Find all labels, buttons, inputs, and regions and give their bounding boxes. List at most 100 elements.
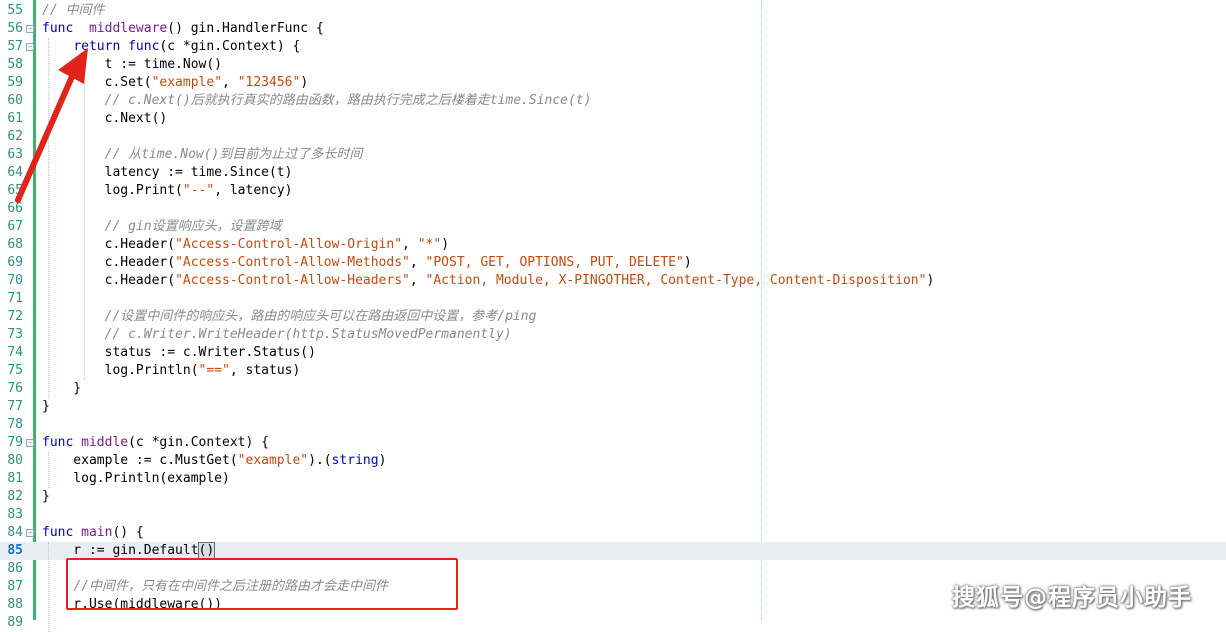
- token-kw: func: [42, 525, 74, 540]
- code-line[interactable]: 84− func main() {: [0, 524, 1226, 542]
- code-text: func middle(c *gin.Context) {: [42, 434, 269, 452]
- fold-toggle-icon[interactable]: −: [26, 529, 34, 537]
- line-number: 68: [7, 237, 23, 252]
- code-line[interactable]: 83: [0, 506, 1226, 524]
- code-line[interactable]: 66: [0, 200, 1226, 218]
- code-text: t := time.Now(): [42, 56, 222, 74]
- token-plain: (c *gin.Context) {: [128, 435, 269, 450]
- code-line[interactable]: 79− func middle(c *gin.Context) {: [0, 434, 1226, 452]
- code-line[interactable]: 74 status := c.Writer.Status(): [0, 344, 1226, 362]
- code-line[interactable]: 77}: [0, 398, 1226, 416]
- token-plain: ): [926, 273, 935, 288]
- token-kw: func: [42, 21, 74, 36]
- code-text: log.Println(example): [42, 470, 230, 488]
- indent-guide: [84, 56, 85, 380]
- token-str: "Access-Control-Allow-Headers": [175, 273, 410, 288]
- code-line[interactable]: 82}: [0, 488, 1226, 506]
- token-plain: c.Header(: [42, 273, 176, 288]
- fold-toggle-icon[interactable]: −: [26, 43, 34, 51]
- code-text: // gin设置响应头，设置跨域: [42, 218, 282, 236]
- line-number: 80: [7, 453, 23, 468]
- line-number: 77: [7, 399, 23, 414]
- code-line[interactable]: 58 t := time.Now(): [0, 56, 1226, 74]
- token-str: "POST, GET, OPTIONS, PUT, DELETE": [425, 255, 684, 270]
- line-number: 87: [7, 579, 23, 594]
- code-line[interactable]: 61 c.Next(): [0, 110, 1226, 128]
- fold-toggle-icon[interactable]: −: [26, 25, 34, 33]
- token-str: "example": [237, 453, 309, 468]
- code-line[interactable]: 68 c.Header("Access-Control-Allow-Origin…: [0, 236, 1226, 254]
- code-text: c.Header("Access-Control-Allow-Origin", …: [42, 236, 449, 254]
- code-line[interactable]: 76 }: [0, 380, 1226, 398]
- line-number: 58: [7, 57, 23, 72]
- line-number: 70: [7, 273, 23, 288]
- code-text: c.Header("Access-Control-Allow-Methods",…: [42, 254, 692, 272]
- token-plain: ).: [308, 453, 324, 468]
- line-number: 55: [7, 3, 23, 18]
- code-line[interactable]: 64 latency := time.Since(t): [0, 164, 1226, 182]
- token-plain: log.Println(: [42, 363, 199, 378]
- token-plain: }: [42, 489, 50, 504]
- token-str: "Access-Control-Allow-Origin": [175, 237, 403, 252]
- indent-guide: [48, 38, 49, 398]
- watermark-text: 搜狐号@程序员小助手: [952, 585, 1192, 611]
- token-plain: ,: [409, 273, 426, 288]
- token-plain: ,: [402, 237, 418, 252]
- code-text: }: [42, 488, 50, 506]
- code-text: return func(c *gin.Context) {: [42, 38, 300, 56]
- indent-guide: [48, 542, 49, 632]
- token-plain: c.Header(: [42, 255, 176, 270]
- code-line[interactable]: 78: [0, 416, 1226, 434]
- code-line[interactable]: 65 log.Print("--", latency): [0, 182, 1226, 200]
- line-number: 65: [7, 183, 23, 198]
- code-line[interactable]: 75 log.Println("==", status): [0, 362, 1226, 380]
- fold-toggle-icon[interactable]: −: [26, 439, 34, 447]
- token-str: "==": [198, 363, 230, 378]
- line-number: 72: [7, 309, 23, 324]
- code-line[interactable]: 60 // c.Next()后就执行真实的路由函数，路由执行完成之后楼着走tim…: [0, 92, 1226, 110]
- code-line[interactable]: 56− func middleware() gin.HandlerFunc {: [0, 20, 1226, 38]
- code-line[interactable]: 81 log.Println(example): [0, 470, 1226, 488]
- line-number: 82: [7, 489, 23, 504]
- code-line[interactable]: 89: [0, 614, 1226, 632]
- code-line[interactable]: 71: [0, 290, 1226, 308]
- token-str: "Action, Module, X-PINGOTHER, Content-Ty…: [425, 273, 927, 288]
- line-number: 74: [7, 345, 23, 360]
- code-line[interactable]: 62: [0, 128, 1226, 146]
- token-plain: , status): [229, 363, 301, 378]
- token-plain: c.Header(: [42, 237, 176, 252]
- code-line[interactable]: 80 example := c.MustGet("example").(stri…: [0, 452, 1226, 470]
- code-line[interactable]: 59 c.Set("example", "123456"): [0, 74, 1226, 92]
- line-number: 67: [7, 219, 23, 234]
- line-number: 66: [7, 201, 23, 216]
- code-text: // 中间件: [42, 2, 104, 20]
- code-line[interactable]: 55 // 中间件: [0, 2, 1226, 20]
- token-kw: func: [128, 39, 160, 54]
- code-line[interactable]: 73 // c.Writer.WriteHeader(http.StatusMo…: [0, 326, 1226, 344]
- code-editor[interactable]: 55 // 中间件 56− func middleware() gin.Handler…: [0, 0, 1226, 632]
- line-number: 83: [7, 507, 23, 522]
- cursor-selection: (): [197, 542, 216, 559]
- line-number: 78: [7, 417, 23, 432]
- code-line[interactable]: 72 //设置中间件的响应头，路由的响应头可以在路由返回中设置，参考/ping: [0, 308, 1226, 326]
- code-line[interactable]: 63 // 从time.Now()到目前为止过了多长时间: [0, 146, 1226, 164]
- code-text: c.Next(): [42, 110, 168, 128]
- line-number: 81: [7, 471, 23, 486]
- code-line[interactable]: 69 c.Header("Access-Control-Allow-Method…: [0, 254, 1226, 272]
- token-plain: c.Set(: [42, 75, 152, 90]
- code-text: func main() {: [42, 524, 144, 542]
- token-plain: log.Println(example): [42, 471, 230, 486]
- line-number: 69: [7, 255, 23, 270]
- line-number: 57: [7, 39, 23, 54]
- line-number: 89: [7, 615, 23, 630]
- code-line[interactable]: 67 // gin设置响应头，设置跨域: [0, 218, 1226, 236]
- token-plain: example := c.MustGet(: [42, 453, 238, 468]
- token-plain: () gin.HandlerFunc {: [167, 21, 324, 36]
- token-str: "*": [417, 237, 442, 252]
- red-highlight-box-annotation: [66, 558, 458, 610]
- code-line[interactable]: 70 c.Header("Access-Control-Allow-Header…: [0, 272, 1226, 290]
- code-line[interactable]: 57− return func(c *gin.Context) {: [0, 38, 1226, 56]
